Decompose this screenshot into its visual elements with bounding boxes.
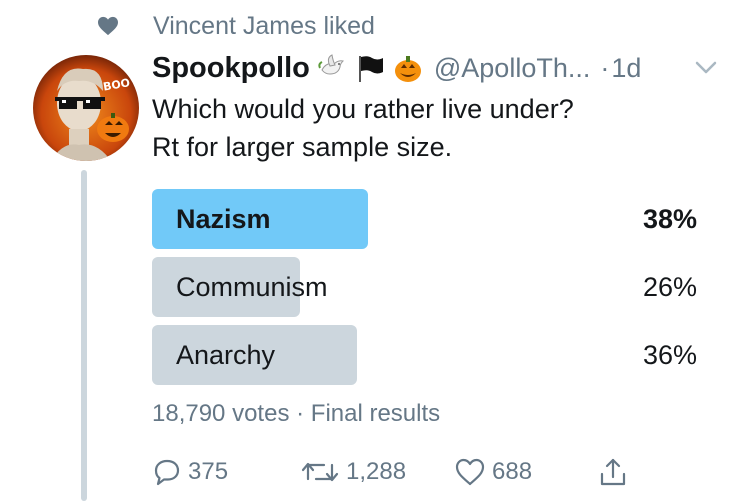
poll-option-percent: 36% [642,340,697,370]
reply-button[interactable]: 375 [152,450,228,494]
poll-option-label: Nazism [176,204,271,234]
retweet-icon [301,462,339,482]
jack-o-lantern-emoji [394,56,421,82]
tweet-text: Which would you rather live under? Rt fo… [152,90,712,166]
like-count: 688 [492,458,533,485]
chevron-down-icon[interactable] [693,58,719,78]
poll-option-1: Nazism 38% [152,189,697,249]
poll-separator: · [296,400,305,427]
social-context: Vincent James liked [98,8,375,44]
thread-line [81,170,87,501]
separator-dot: · [600,52,610,83]
reply-count: 375 [188,458,229,485]
poll-option-label: Anarchy [176,340,276,370]
poll-option-2: Communism 26% [152,257,697,317]
like-heart-icon [455,458,485,486]
avatar-image: BOO [33,55,139,161]
avatar[interactable]: BOO [33,55,139,161]
timestamp[interactable]: 1d [611,53,641,84]
poll-option-3: Anarchy 36% [152,325,697,385]
heart-icon [98,16,118,36]
tweet-text-line-1: Which would you rather live under? [152,94,574,124]
reply-icon [154,459,180,486]
share-icon [600,458,626,486]
poll-meta: 18,790 votes · Final results [152,400,440,428]
user-handle[interactable]: @ApolloTh... [434,53,590,84]
share-button[interactable] [598,450,628,494]
poll-option-label: Communism [176,272,328,302]
tweet-text-line-2: Rt for larger sample size. [152,132,453,162]
display-name[interactable]: Spookpollo [152,52,310,85]
dove-emoji [318,54,344,75]
like-button[interactable]: 688 [454,450,532,494]
tweet-header: Spookpollo @ApolloTh... · 1d [152,46,641,90]
poll-status: Final results [310,400,441,427]
poll-option-percent: 38% [642,204,697,234]
poll-vote-count: 18,790 votes [152,400,290,427]
retweet-count: 1,288 [346,458,407,485]
poll-option-percent: 26% [642,272,697,302]
liked-by-text[interactable]: Vincent James liked [153,12,375,41]
retweet-button[interactable]: 1,288 [300,450,406,494]
black-flag-emoji [358,56,383,82]
